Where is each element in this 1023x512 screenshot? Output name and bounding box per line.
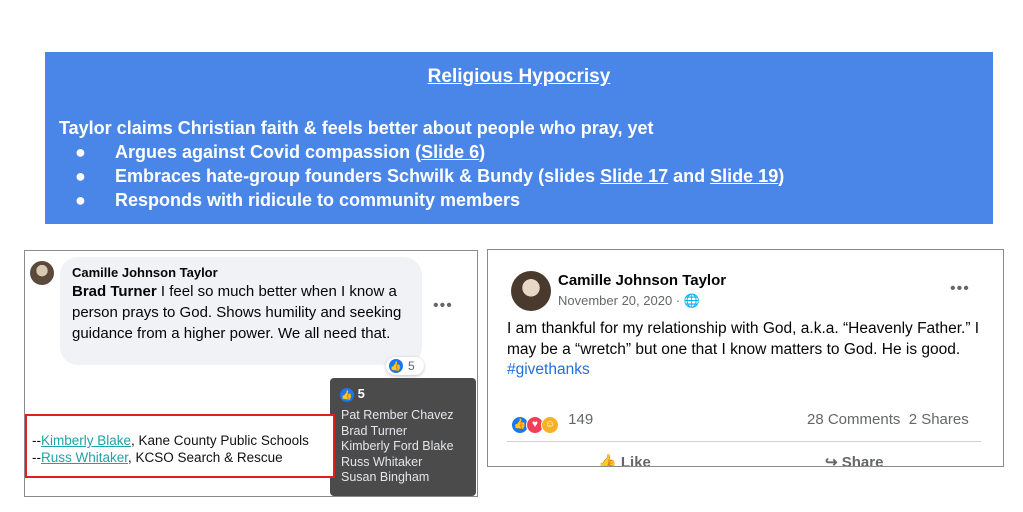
slide-link[interactable]: Slide 6 bbox=[421, 142, 479, 162]
bullet-item: ● Argues against Covid compassion (Slide … bbox=[75, 142, 486, 162]
avatar[interactable] bbox=[30, 261, 54, 285]
comment-mention[interactable]: Brad Turner bbox=[72, 283, 157, 300]
person-link[interactable]: Kimberly Blake bbox=[41, 433, 131, 448]
post-body: I am thankful for my relationship with G… bbox=[507, 319, 992, 381]
share-button[interactable]: ↪ Share bbox=[825, 453, 883, 467]
reaction-count: 5 bbox=[408, 359, 415, 373]
comment-text: Brad Turner I feel so much better when I… bbox=[72, 283, 402, 342]
like-icon: 👍 bbox=[389, 359, 403, 373]
slide-link[interactable]: Slide 19 bbox=[710, 166, 778, 186]
reaction-count: 149 bbox=[568, 411, 594, 428]
more-horizontal-icon[interactable]: ••• bbox=[433, 297, 453, 315]
reactions-tooltip: 👍 5 Pat Rember Chavez Brad Turner Kimber… bbox=[330, 378, 476, 496]
banner-title: Religious Hypocrisy bbox=[427, 66, 611, 87]
comment-author[interactable]: Camille Johnson Taylor bbox=[72, 265, 218, 280]
bullet-dot: ● bbox=[75, 142, 86, 162]
like-icon: 👍 bbox=[340, 388, 354, 402]
person-link[interactable]: Russ Whitaker bbox=[41, 450, 128, 465]
comments-shares[interactable]: 28 Comments 2 Shares bbox=[807, 411, 969, 428]
reactor-list: Pat Rember Chavez Brad Turner Kimberly F… bbox=[341, 408, 454, 486]
comment-screenshot: Camille Johnson Taylor Brad Turner I fee… bbox=[24, 250, 478, 497]
avatar[interactable] bbox=[511, 271, 551, 311]
reactor-name: Brad Turner bbox=[341, 423, 408, 438]
reaction-summary[interactable]: 👍 ♥ ☺ 149 bbox=[511, 411, 593, 434]
annotation-box: --Kimberly Blake, Kane County Public Sch… bbox=[25, 414, 335, 478]
reactor-name: Kimberly Ford Blake bbox=[341, 439, 454, 453]
comment-bubble: Camille Johnson Taylor Brad Turner I fee… bbox=[60, 257, 422, 365]
globe-icon: 🌐 bbox=[683, 293, 700, 308]
divider bbox=[507, 441, 981, 442]
bullet-item: ● Responds with ridicule to community mem… bbox=[75, 190, 521, 210]
bullet-item: ● Embraces hate-group founders Schwilk & … bbox=[75, 166, 785, 186]
post-screenshot: Camille Johnson Taylor November 20, 2020… bbox=[487, 249, 1004, 467]
annotation-line: --Kimberly Blake, Kane County Public Sch… bbox=[32, 433, 309, 448]
tooltip-count: 5 bbox=[357, 386, 365, 401]
thumbs-up-icon: 👍 bbox=[598, 454, 617, 467]
hashtag-link[interactable]: #givethanks bbox=[507, 360, 992, 381]
slide-link[interactable]: Slide 17 bbox=[600, 166, 668, 186]
title-banner: Religious Hypocrisy Taylor claims Christ… bbox=[45, 52, 993, 224]
banner-intro: Taylor claims Christian faith & feels be… bbox=[59, 118, 654, 138]
bullet-dot: ● bbox=[75, 166, 86, 186]
post-author[interactable]: Camille Johnson Taylor bbox=[558, 272, 726, 289]
bullet-dot: ● bbox=[75, 190, 86, 210]
annotation-line: --Russ Whitaker, KCSO Search & Rescue bbox=[32, 450, 283, 465]
reactor-name: Russ Whitaker bbox=[341, 454, 423, 469]
more-horizontal-icon[interactable]: ••• bbox=[950, 280, 970, 298]
share-icon: ↪ bbox=[825, 454, 838, 467]
reactor-name: Susan Bingham bbox=[341, 470, 430, 484]
reactor-name: Pat Rember Chavez bbox=[341, 408, 454, 422]
like-button[interactable]: 👍 Like bbox=[598, 453, 651, 467]
post-date[interactable]: November 20, 2020 · bbox=[558, 293, 684, 308]
reaction-badge[interactable]: 👍 5 bbox=[386, 357, 424, 375]
care-icon: ☺ bbox=[541, 416, 559, 434]
